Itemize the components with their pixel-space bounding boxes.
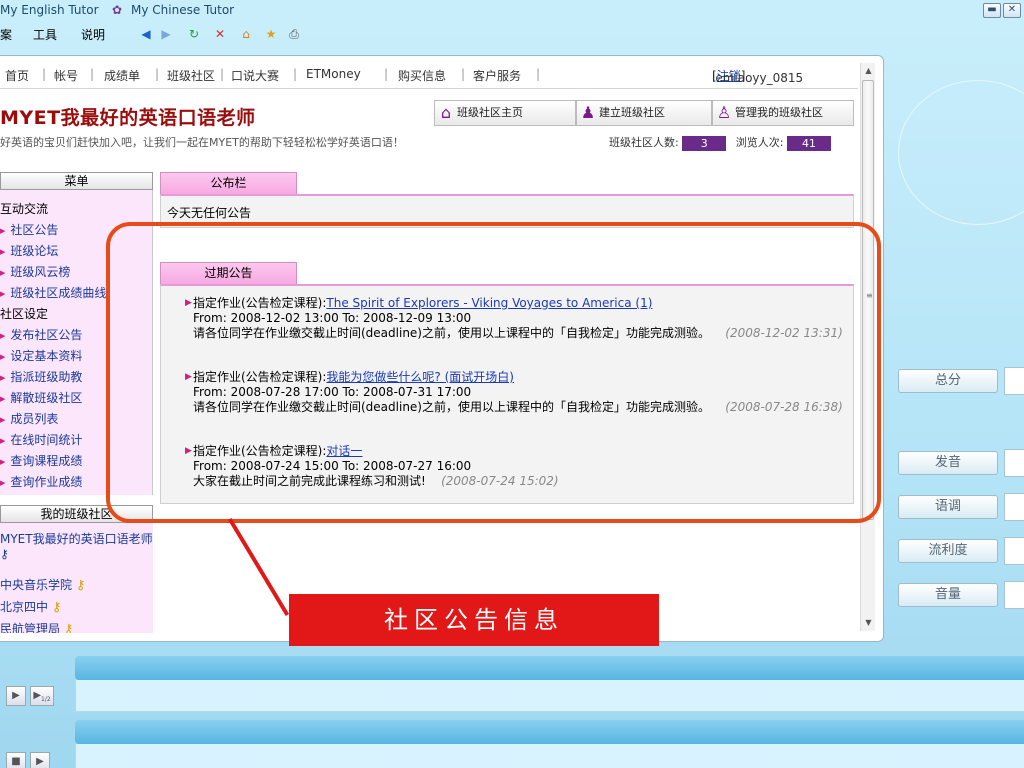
nav-contest[interactable]: 口说大赛 bbox=[231, 67, 279, 84]
people-icon: ♟ bbox=[580, 103, 596, 122]
community-stats: 班级社区人数: 3 浏览人次: 41 bbox=[609, 134, 831, 151]
username: lemiaoyy_0815 bbox=[712, 71, 804, 85]
score-fluency-value bbox=[1004, 537, 1024, 565]
top-nav: 首页 | 帐号 | 成绩单 | 班级社区 | 口说大赛 | ETMoney | … bbox=[5, 67, 804, 85]
sidebar-item-forum[interactable]: 班级论坛 bbox=[0, 242, 58, 259]
class-item[interactable]: 北京四中 ⚷ bbox=[0, 598, 61, 615]
sidebar-item-online-stats[interactable]: 在线时间统计 bbox=[0, 431, 82, 448]
nav-home[interactable]: 首页 bbox=[5, 67, 29, 84]
favorites-icon[interactable]: ★ bbox=[263, 26, 279, 42]
views-label: 浏览人次: bbox=[735, 136, 784, 149]
score-intonation-value bbox=[1004, 493, 1024, 521]
user-info: lemiaoyy_0815 [注销] bbox=[712, 69, 804, 85]
sidebar-item-assign-ta[interactable]: 指派班级助教 bbox=[0, 368, 82, 385]
home-icon[interactable]: ⌂ bbox=[238, 26, 254, 42]
decorative-circle bbox=[898, 80, 1024, 225]
class-item[interactable]: MYET我最好的英语口语老师 bbox=[0, 530, 153, 547]
app-tab-chinese[interactable]: My Chinese Tutor bbox=[131, 3, 234, 17]
callout-label: 社区公告信息 bbox=[289, 594, 659, 646]
sidebar-item-dissolve[interactable]: 解散班级社区 bbox=[0, 389, 82, 406]
close-button[interactable]: ✕ bbox=[1003, 3, 1021, 18]
manage-community-button[interactable]: ♙ 管理我的班级社区 bbox=[712, 100, 854, 126]
my-classes-list: MYET我最好的英语口语老师 ⚷ 中央音乐学院 ⚷ 北京四中 ⚷ 民航管理局 ⚷ bbox=[0, 523, 153, 633]
waveform-bar-2 bbox=[75, 720, 1024, 744]
class-item[interactable]: 中央音乐学院 ⚷ bbox=[0, 576, 85, 593]
chinese-tutor-logo-icon: ✿ bbox=[112, 3, 123, 17]
stop-icon[interactable]: ■ bbox=[6, 752, 26, 768]
members-label: 班级社区人数: bbox=[609, 136, 679, 149]
back-icon[interactable]: ◀ bbox=[138, 26, 154, 42]
score-volume-label[interactable]: 音量 bbox=[898, 583, 998, 607]
stop-icon[interactable]: ✕ bbox=[212, 26, 228, 42]
forward-icon[interactable]: ▶ bbox=[158, 26, 174, 42]
menu-bar: 案 工具 说明 ◀ ▶ ↻ ✕ ⌂ ★ ⎙ bbox=[0, 26, 400, 46]
score-total-label[interactable]: 总分 bbox=[898, 369, 998, 393]
nav-etmoney[interactable]: ETMoney bbox=[306, 67, 361, 81]
waveform-bar-1 bbox=[75, 656, 1024, 680]
class-item[interactable]: 民航管理局 ⚷ bbox=[0, 620, 73, 633]
building-icon: ⌂ bbox=[440, 103, 452, 122]
score-pronunciation-value bbox=[1004, 449, 1024, 477]
page-subtitle: 好英语的宝贝们赶快加入吧，让我们一起在MYET的帮助下轻轻松松学好英语口语！ bbox=[0, 136, 404, 149]
bulletin-empty-text: 今天无任何公告 bbox=[167, 206, 252, 220]
sidebar-item-score-curve[interactable]: 班级社区成绩曲线 bbox=[0, 284, 106, 301]
print-icon[interactable]: ⎙ bbox=[286, 26, 302, 42]
score-pronunciation-label[interactable]: 发音 bbox=[898, 451, 998, 475]
highlight-box bbox=[106, 222, 881, 523]
play-icon[interactable]: ▶ bbox=[6, 686, 26, 706]
community-home-button[interactable]: ⌂ 班级社区主页 bbox=[434, 100, 576, 126]
admin-icon: ♙ bbox=[716, 103, 732, 122]
menu-section-settings: 社区设定 bbox=[0, 307, 49, 321]
key-icon: ⚷ bbox=[63, 622, 74, 633]
score-fluency-label[interactable]: 流利度 bbox=[898, 539, 998, 563]
key-icon: ⚷ bbox=[51, 600, 62, 615]
sidebar-item-basic-settings[interactable]: 设定基本资料 bbox=[0, 347, 82, 364]
members-count: 3 bbox=[682, 135, 727, 151]
scroll-up-icon[interactable]: ▲ bbox=[861, 63, 876, 78]
waveform-track-2 bbox=[75, 744, 1024, 768]
menu-title: 菜单 bbox=[0, 172, 153, 190]
page-title: MYET我最好的英语口语老师 bbox=[0, 107, 256, 129]
menu-tools[interactable]: 工具 bbox=[33, 26, 57, 43]
nav-service[interactable]: 客户服务 bbox=[473, 67, 521, 84]
menu-section-interaction: 互动交流 bbox=[0, 202, 49, 216]
minimize-button[interactable]: ▬ bbox=[983, 3, 1001, 18]
half-speed-button[interactable]: ▶1/2 bbox=[30, 686, 54, 706]
nav-account[interactable]: 帐号 bbox=[54, 67, 78, 84]
app-tab-english[interactable]: My English Tutor bbox=[0, 3, 99, 17]
window-title-bar: My English Tutor ✿ My Chinese Tutor bbox=[0, 0, 1024, 22]
score-volume-value bbox=[1004, 581, 1024, 609]
sidebar-item-course-scores[interactable]: 查询课程成绩 bbox=[0, 452, 82, 469]
sidebar-item-announcements[interactable]: 社区公告 bbox=[0, 221, 58, 238]
key-icon: ⚷ bbox=[75, 578, 86, 593]
sidebar-item-post-announcement[interactable]: 发布社区公告 bbox=[0, 326, 82, 343]
sidebar-item-homework-scores[interactable]: 查询作业成绩 bbox=[0, 473, 82, 490]
sidebar-item-ranking[interactable]: 班级风云榜 bbox=[0, 263, 70, 280]
play-icon[interactable]: ▶ bbox=[30, 752, 50, 768]
menu-help[interactable]: 说明 bbox=[81, 26, 105, 43]
tab-bulletin[interactable]: 公布栏 bbox=[160, 172, 297, 194]
nav-community[interactable]: 班级社区 bbox=[167, 67, 215, 84]
refresh-icon[interactable]: ↻ bbox=[186, 26, 202, 42]
views-count: 41 bbox=[786, 135, 831, 151]
sidebar-item-members[interactable]: 成员列表 bbox=[0, 410, 58, 427]
nav-divider bbox=[0, 88, 858, 89]
create-community-button[interactable]: ♟ 建立班级社区 bbox=[576, 100, 712, 126]
nav-report[interactable]: 成绩单 bbox=[104, 67, 140, 84]
scroll-down-icon[interactable]: ▼ bbox=[861, 615, 876, 630]
menu-file[interactable]: 案 bbox=[0, 26, 12, 43]
key-icon: ⚷ bbox=[0, 547, 9, 561]
score-total-value bbox=[1004, 367, 1024, 395]
waveform-track-1 bbox=[75, 680, 1024, 712]
score-intonation-label[interactable]: 语调 bbox=[898, 495, 998, 519]
nav-purchase[interactable]: 购买信息 bbox=[398, 67, 446, 84]
